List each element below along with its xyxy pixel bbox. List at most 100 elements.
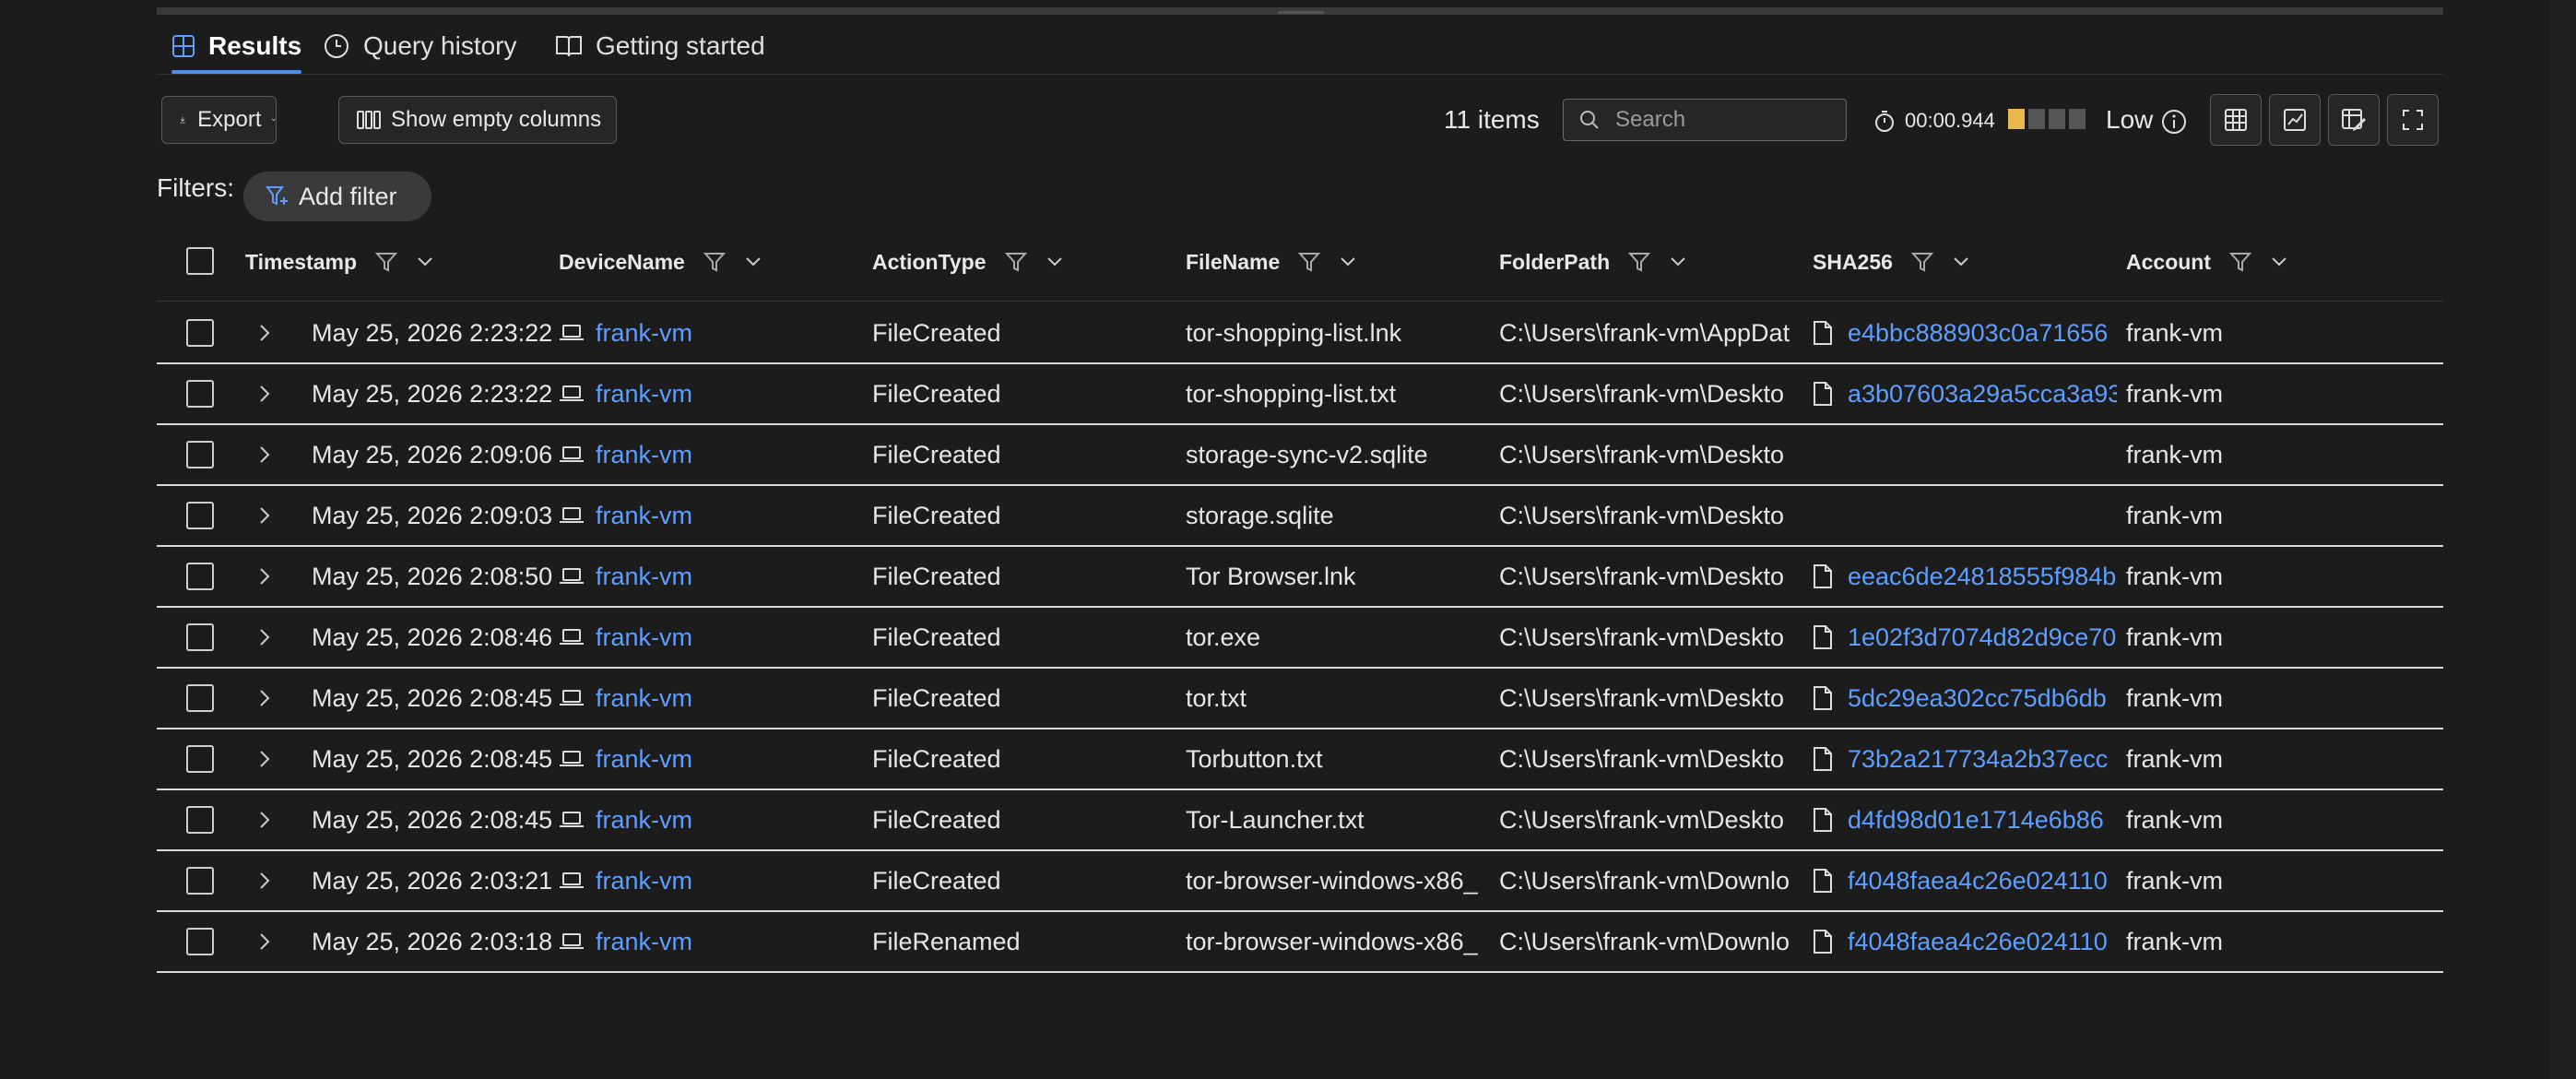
device-link[interactable]: frank-vm — [596, 623, 692, 652]
sha256-link[interactable]: a3b07603a29a5cca3a93 — [1848, 380, 2117, 409]
table-row[interactable]: May 25, 2026 2:08:50 frank-vm FileCreated T… — [157, 547, 2443, 606]
expand-row-button[interactable] — [258, 729, 286, 788]
table-row[interactable]: May 25, 2026 2:08:45 frank-vm FileCreated T… — [157, 790, 2443, 849]
row-checkbox[interactable] — [186, 441, 214, 468]
filename-cell: storage-sync-v2.sqlite — [1186, 440, 1428, 468]
expand-row-button[interactable] — [258, 669, 286, 728]
device-link[interactable]: frank-vm — [596, 745, 692, 774]
expand-row-button[interactable] — [258, 912, 286, 971]
sha256-link[interactable]: f4048faea4c26e024110 — [1848, 928, 2108, 956]
info-icon[interactable] — [2161, 109, 2187, 135]
device-link[interactable]: frank-vm — [596, 563, 692, 591]
search-box[interactable] — [1563, 99, 1847, 141]
sha256-link[interactable]: 1e02f3d7074d82d9ce70 — [1848, 623, 2116, 652]
export-button[interactable]: Export — [161, 96, 277, 144]
device-link[interactable]: frank-vm — [596, 502, 692, 530]
chevron-down-icon[interactable] — [1669, 255, 1687, 268]
chevron-down-icon[interactable] — [1952, 255, 1970, 268]
table-row[interactable]: May 25, 2026 2:03:21 frank-vm FileCreated t… — [157, 851, 2443, 910]
column-header-timestamp[interactable]: Timestamp — [245, 231, 434, 293]
table-row[interactable]: May 25, 2026 2:08:45 frank-vm FileCreated t… — [157, 669, 2443, 728]
column-header-sha256[interactable]: SHA256 — [1813, 231, 1970, 293]
row-checkbox[interactable] — [186, 563, 214, 590]
filter-icon[interactable] — [1628, 252, 1651, 272]
row-checkbox[interactable] — [186, 867, 214, 895]
file-icon — [1814, 747, 1832, 771]
expand-row-button[interactable] — [258, 851, 286, 910]
column-header-filename[interactable]: FileName — [1186, 231, 1357, 293]
columns-icon — [357, 111, 381, 129]
table-row[interactable]: May 25, 2026 2:23:22 frank-vm FileCreated t… — [157, 364, 2443, 423]
expand-row-button[interactable] — [258, 547, 286, 606]
sha256-link[interactable]: e4bbc888903c0a71656 — [1848, 319, 2108, 348]
sha256-link[interactable]: d4fd98d01e1714e6b86 — [1848, 806, 2104, 835]
device-link[interactable]: frank-vm — [596, 319, 692, 348]
folderpath-cell: C:\Users\frank-vm\Downlo — [1499, 927, 1790, 955]
filename-cell: tor.txt — [1186, 683, 1247, 712]
expand-row-button[interactable] — [258, 303, 286, 362]
filter-icon[interactable] — [703, 252, 726, 272]
column-label: FolderPath — [1499, 249, 1611, 274]
filter-icon[interactable] — [1910, 252, 1933, 272]
row-checkbox[interactable] — [186, 745, 214, 773]
search-input[interactable] — [1613, 106, 1829, 134]
chevron-down-icon[interactable] — [1046, 255, 1064, 268]
chevron-down-icon[interactable] — [2270, 255, 2288, 268]
filter-icon[interactable] — [1004, 252, 1027, 272]
filter-icon[interactable] — [375, 252, 398, 272]
chart-view-button[interactable] — [2269, 94, 2321, 146]
chevron-down-icon[interactable] — [744, 255, 762, 268]
sha256-link[interactable]: eeac6de24818555f984b — [1848, 563, 2116, 591]
usage-label: Low — [2106, 105, 2154, 134]
tab-results[interactable]: Results — [171, 18, 302, 74]
panel-resize-bar[interactable] — [157, 7, 2443, 15]
device-link[interactable]: frank-vm — [596, 441, 692, 469]
sha256-link[interactable]: 5dc29ea302cc75db6db — [1848, 684, 2107, 713]
device-link[interactable]: frank-vm — [596, 928, 692, 956]
header-divider — [157, 301, 2443, 302]
table-row[interactable]: May 25, 2026 2:03:18 frank-vm FileRenamed t… — [157, 912, 2443, 971]
table-row[interactable]: May 25, 2026 2:09:03 frank-vm FileCreated s… — [157, 486, 2443, 545]
row-checkbox[interactable] — [186, 319, 214, 347]
table-view-button[interactable] — [2210, 94, 2262, 146]
expand-row-button[interactable] — [258, 486, 286, 545]
sha256-link[interactable]: 73b2a217734a2b37ecc — [1848, 745, 2108, 774]
device-link[interactable]: frank-vm — [596, 867, 692, 895]
expand-row-button[interactable] — [258, 425, 286, 484]
filter-icon[interactable] — [2229, 252, 2251, 272]
select-all-checkbox[interactable] — [186, 247, 214, 275]
column-header-devicename[interactable]: DeviceName — [559, 231, 762, 293]
table-row[interactable]: May 25, 2026 2:08:45 frank-vm FileCreated T… — [157, 729, 2443, 788]
column-header-account[interactable]: Account — [2126, 231, 2288, 293]
expand-row-button[interactable] — [258, 364, 286, 423]
row-checkbox[interactable] — [186, 380, 214, 408]
filter-icon[interactable] — [1298, 252, 1321, 272]
table-row[interactable]: May 25, 2026 2:09:06 frank-vm FileCreated s… — [157, 425, 2443, 484]
edit-columns-button[interactable] — [2328, 94, 2380, 146]
device-link[interactable]: frank-vm — [596, 806, 692, 835]
resize-grip[interactable] — [1278, 11, 1324, 14]
row-checkbox[interactable] — [186, 806, 214, 834]
device-link[interactable]: frank-vm — [596, 684, 692, 713]
expand-row-button[interactable] — [258, 790, 286, 849]
sha256-link[interactable]: f4048faea4c26e024110 — [1848, 867, 2108, 895]
row-checkbox[interactable] — [186, 928, 214, 955]
expand-row-button[interactable] — [258, 608, 286, 667]
tab-query-history[interactable]: Query history — [323, 18, 517, 74]
table-row[interactable]: May 25, 2026 2:23:22 frank-vm FileCreated t… — [157, 303, 2443, 362]
chevron-down-icon[interactable] — [416, 255, 434, 268]
column-header-folderpath[interactable]: FolderPath — [1499, 231, 1687, 293]
show-empty-columns-button[interactable]: Show empty columns — [338, 96, 617, 144]
row-checkbox[interactable] — [186, 684, 214, 712]
row-checkbox[interactable] — [186, 502, 214, 529]
device-link[interactable]: frank-vm — [596, 380, 692, 409]
laptop-icon — [560, 507, 584, 523]
add-filter-button[interactable]: Add filter — [243, 172, 431, 221]
column-header-actiontype[interactable]: ActionType — [872, 231, 1064, 293]
tab-getting-started[interactable]: Getting started — [555, 18, 765, 74]
column-label: Account — [2126, 249, 2211, 274]
fullscreen-button[interactable] — [2387, 94, 2439, 146]
chevron-down-icon[interactable] — [1339, 255, 1357, 268]
row-checkbox[interactable] — [186, 623, 214, 651]
table-row[interactable]: May 25, 2026 2:08:46 frank-vm FileCreated t… — [157, 608, 2443, 667]
